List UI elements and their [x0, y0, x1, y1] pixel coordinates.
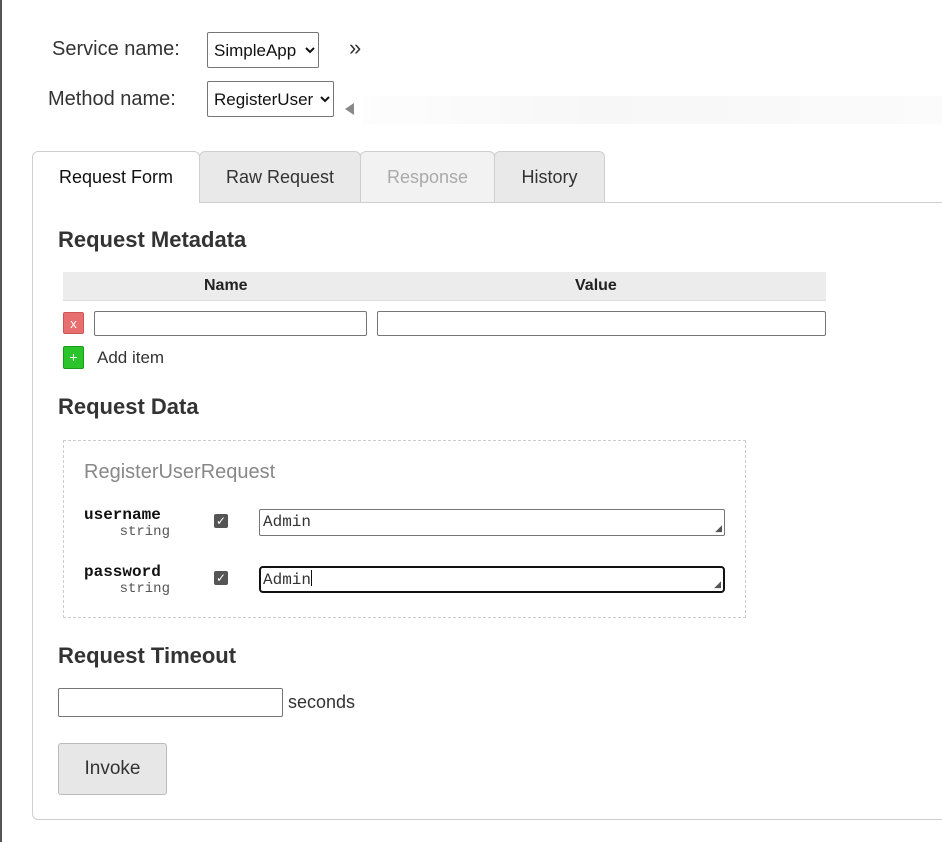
include-password-checkbox[interactable]: ✓: [214, 571, 228, 585]
username-textarea[interactable]: Admin ◢: [259, 509, 725, 536]
request-timeout-heading: Request Timeout: [58, 643, 237, 668]
password-value: Admin: [263, 571, 312, 589]
method-name-select[interactable]: RegisterUser: [207, 81, 334, 117]
resize-grip-icon[interactable]: ◢: [715, 524, 722, 534]
field-name-password: password: [84, 563, 161, 581]
metadata-value-input[interactable]: [377, 311, 826, 336]
remove-metadata-button[interactable]: x: [63, 312, 84, 334]
service-name-select[interactable]: SimpleApp: [207, 32, 319, 68]
field-name-username: username: [84, 506, 161, 524]
tab-request-form[interactable]: Request Form: [32, 151, 200, 203]
tab-raw-request[interactable]: Raw Request: [199, 151, 361, 202]
collapse-arrow-icon[interactable]: [345, 103, 354, 115]
add-metadata-button[interactable]: +: [63, 346, 84, 369]
metadata-col-value: Value: [575, 277, 617, 294]
expand-icon[interactable]: »: [349, 35, 361, 61]
timeout-input[interactable]: [58, 688, 283, 717]
field-type-username: string: [119, 524, 170, 540]
service-name-label: Service name:: [52, 38, 180, 60]
username-value: Admin: [263, 513, 312, 531]
timeout-unit-label: seconds: [288, 692, 356, 712]
method-description-bar: [362, 96, 942, 124]
resize-grip-icon[interactable]: ◢: [714, 580, 721, 590]
text-caret: [311, 570, 313, 586]
invoke-button[interactable]: Invoke: [58, 743, 167, 795]
request-data-heading: Request Data: [58, 394, 199, 419]
metadata-col-name: Name: [204, 277, 248, 294]
window-left-border: [0, 0, 2, 842]
include-username-checkbox[interactable]: ✓: [214, 514, 228, 528]
tab-response: Response: [360, 151, 495, 202]
password-textarea[interactable]: Admin ◢: [259, 566, 725, 593]
method-name-label: Method name:: [48, 88, 176, 110]
metadata-name-input[interactable]: [94, 311, 367, 336]
request-metadata-heading: Request Metadata: [58, 227, 247, 252]
metadata-table-header: Name Value: [63, 272, 826, 301]
tab-history[interactable]: History: [494, 151, 605, 202]
message-type-name: RegisterUserRequest: [84, 461, 276, 483]
field-type-password: string: [119, 581, 170, 597]
add-item-label[interactable]: Add item: [97, 348, 164, 368]
